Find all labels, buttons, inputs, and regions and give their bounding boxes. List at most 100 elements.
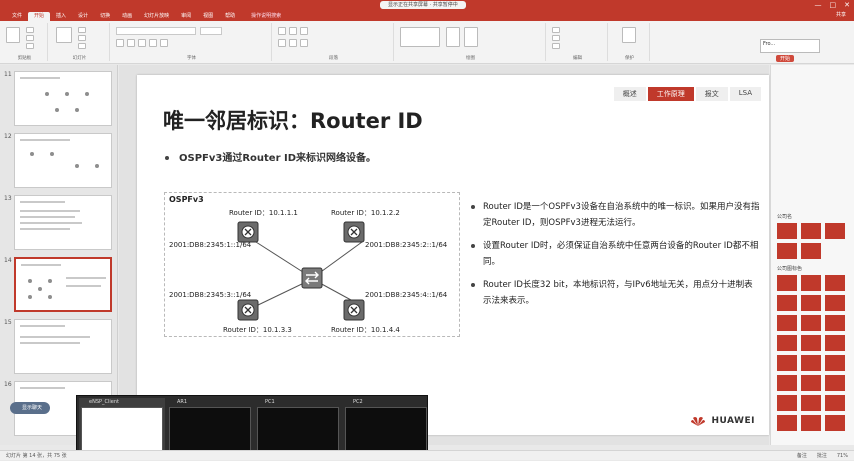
- window-preview-title: AR1: [177, 399, 188, 405]
- design-tile[interactable]: [825, 395, 845, 411]
- design-tile[interactable]: [825, 355, 845, 371]
- design-tile[interactable]: [777, 275, 797, 291]
- share-button[interactable]: 共享: [836, 11, 846, 18]
- italic-icon[interactable]: [127, 39, 135, 47]
- find-icon[interactable]: [552, 27, 560, 33]
- section-icon[interactable]: [78, 43, 86, 49]
- slide-thumbnail-active[interactable]: [14, 257, 112, 312]
- tab-file[interactable]: 文件: [6, 12, 28, 21]
- slide-thumbnail[interactable]: [14, 195, 112, 250]
- cut-icon[interactable]: [26, 27, 34, 33]
- presenter-mini-panel[interactable]: Fro...: [760, 39, 820, 53]
- tab-insert[interactable]: 插入: [50, 12, 72, 21]
- copy-icon[interactable]: [26, 35, 34, 41]
- strikethrough-icon[interactable]: [149, 39, 157, 47]
- tell-me-search[interactable]: 操作说明搜索: [251, 12, 281, 21]
- font-family-select[interactable]: [116, 27, 196, 35]
- screen-share-indicator[interactable]: 显示正在共享屏幕 · 共享暂停中: [380, 1, 466, 9]
- tab-animations[interactable]: 动画: [116, 12, 138, 21]
- start-button[interactable]: 开始: [776, 55, 795, 62]
- window-preview-thumbnail: [345, 407, 427, 451]
- protect-icon[interactable]: [622, 27, 636, 43]
- minimize-button[interactable]: —: [815, 0, 822, 10]
- replace-icon[interactable]: [552, 35, 560, 41]
- design-tile[interactable]: [801, 335, 821, 351]
- design-tile[interactable]: [777, 395, 797, 411]
- current-slide[interactable]: 概述 工作原理 报文 LSA 唯一邻居标识：Router ID OSPFv3通过…: [137, 75, 769, 435]
- numbering-icon[interactable]: [289, 27, 297, 35]
- layout-icon[interactable]: [78, 27, 86, 33]
- design-tile[interactable]: [777, 335, 797, 351]
- tab-home[interactable]: 开始: [28, 12, 51, 21]
- design-tile[interactable]: [825, 275, 845, 291]
- design-tile[interactable]: [801, 275, 821, 291]
- quick-styles-icon[interactable]: [464, 27, 478, 47]
- chat-button[interactable]: 显示聊天: [10, 402, 50, 414]
- new-slide-icon[interactable]: [56, 27, 72, 43]
- tab-slideshow[interactable]: 幻灯片放映: [138, 12, 175, 21]
- shapes-gallery-icon[interactable]: [400, 27, 440, 47]
- section-tab-packet[interactable]: 报文: [695, 87, 728, 101]
- select-icon[interactable]: [552, 43, 560, 49]
- tab-transitions[interactable]: 切换: [94, 12, 116, 21]
- design-tile[interactable]: [825, 295, 845, 311]
- tab-design[interactable]: 设计: [72, 12, 94, 21]
- ribbon-group-slides: 幻灯片: [50, 23, 110, 61]
- design-tile[interactable]: [825, 223, 845, 239]
- design-tile[interactable]: [777, 355, 797, 371]
- font-color-icon[interactable]: [160, 39, 168, 47]
- design-tile[interactable]: [777, 375, 797, 391]
- design-tile[interactable]: [777, 243, 797, 259]
- notes-list: Router ID是一个OSPFv3设备在自治系统中的唯一标识。如果用户没有指定…: [469, 199, 761, 316]
- tab-view[interactable]: 视图: [197, 12, 219, 21]
- router-id-label: Router ID：10.1.1.1: [229, 209, 298, 217]
- design-tile[interactable]: [825, 415, 845, 431]
- section-tab-principle[interactable]: 工作原理: [647, 87, 694, 101]
- font-size-select[interactable]: [200, 27, 222, 35]
- design-tile[interactable]: [801, 395, 821, 411]
- close-button[interactable]: ✕: [844, 0, 850, 10]
- window-preview[interactable]: AR1: [167, 398, 253, 454]
- align-center-icon[interactable]: [289, 39, 297, 47]
- section-tab-lsa[interactable]: LSA: [729, 87, 761, 101]
- design-tile[interactable]: [777, 415, 797, 431]
- paste-icon[interactable]: [6, 27, 20, 43]
- bullets-icon[interactable]: [278, 27, 286, 35]
- indent-icon[interactable]: [300, 27, 308, 35]
- slide-thumbnail[interactable]: [14, 319, 112, 374]
- design-tile[interactable]: [801, 355, 821, 371]
- slide-thumbnail[interactable]: [14, 133, 112, 188]
- bold-icon[interactable]: [116, 39, 124, 47]
- design-tile[interactable]: [777, 295, 797, 311]
- design-tile[interactable]: [801, 415, 821, 431]
- taskbar-window-previews: eNSP_Client AR1 PC1 PC2: [76, 395, 428, 455]
- section-tab-overview[interactable]: 概述: [613, 87, 646, 101]
- design-tile[interactable]: [825, 315, 845, 331]
- window-preview-thumbnail: [81, 407, 163, 451]
- format-painter-icon[interactable]: [26, 43, 34, 49]
- design-tile[interactable]: [801, 223, 821, 239]
- design-tile[interactable]: [777, 315, 797, 331]
- design-tile[interactable]: [801, 295, 821, 311]
- tab-help[interactable]: 帮助: [219, 12, 241, 21]
- design-tile[interactable]: [777, 223, 797, 239]
- slide-editing-area: 概述 工作原理 报文 LSA 唯一邻居标识：Router ID OSPFv3通过…: [119, 65, 769, 445]
- underline-icon[interactable]: [138, 39, 146, 47]
- maximize-button[interactable]: □: [830, 0, 837, 10]
- design-tile[interactable]: [801, 315, 821, 331]
- design-tile[interactable]: [801, 243, 821, 259]
- design-tile[interactable]: [825, 335, 845, 351]
- ribbon-group-label: 段落: [329, 56, 338, 61]
- design-tile[interactable]: [825, 375, 845, 391]
- slide-thumbnail[interactable]: [14, 71, 112, 126]
- arrange-icon[interactable]: [446, 27, 460, 47]
- window-preview[interactable]: PC1: [255, 398, 341, 454]
- tab-review[interactable]: 审阅: [175, 12, 197, 21]
- thumbnail-number: 15: [4, 319, 12, 326]
- align-left-icon[interactable]: [278, 39, 286, 47]
- reset-icon[interactable]: [78, 35, 86, 41]
- design-tile[interactable]: [801, 375, 821, 391]
- window-preview[interactable]: eNSP_Client: [79, 398, 165, 454]
- align-right-icon[interactable]: [300, 39, 308, 47]
- window-preview[interactable]: PC2: [343, 398, 429, 454]
